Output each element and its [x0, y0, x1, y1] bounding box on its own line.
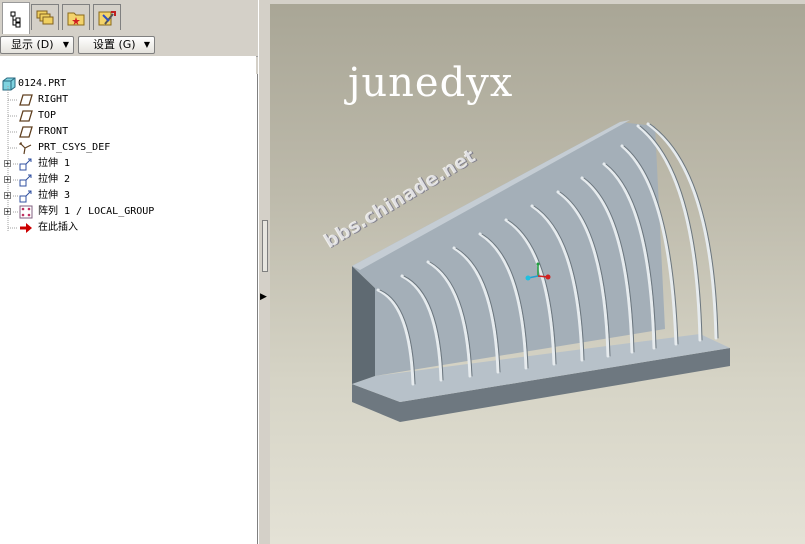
tree-item-extrude-3[interactable]: + 拉伸 3 — [0, 188, 250, 204]
tree-filter-field[interactable] — [0, 56, 256, 75]
tree-item-extrude-2[interactable]: + 拉伸 2 — [0, 172, 250, 188]
splitter-grip[interactable] — [262, 220, 268, 272]
tree-item-label: 拉伸 3 — [38, 190, 71, 201]
tree-item-top[interactable]: TOP — [0, 108, 250, 124]
tree-item-label: 拉伸 2 — [38, 174, 71, 185]
graphics-viewport[interactable]: junedyx bbs.chinade.net — [270, 4, 805, 544]
tree-item-front[interactable]: FRONT — [0, 124, 250, 140]
settings-menu-label: 设置 (G) — [93, 38, 136, 51]
tree-root-item[interactable]: 0124.PRT — [0, 76, 250, 92]
tree-item-label: TOP — [38, 110, 57, 121]
tree-item-label: RIGHT — [38, 94, 69, 105]
folder-favorites-tab-icon — [67, 12, 85, 25]
layers-tab-icon — [36, 10, 54, 24]
tree-button-row: 显示 (D) ▼ 设置 (G) ▼ — [0, 34, 258, 57]
model-tree-tab-icon — [10, 11, 21, 27]
tree-item-pattern-1[interactable]: + 阵列 1 / LOCAL_GROUP — [0, 204, 250, 220]
show-menu-button[interactable]: 显示 (D) ▼ — [0, 36, 74, 54]
tree-connector-lines — [7, 86, 18, 232]
favorites-tab[interactable] — [62, 4, 90, 30]
tree-item-label: PRT_CSYS_DEF — [38, 142, 111, 153]
author-signature: junedyx — [348, 60, 514, 106]
tree-item-label: 拉伸 1 — [38, 158, 71, 169]
tree-item-csys[interactable]: PRT_CSYS_DEF — [0, 140, 250, 156]
tree-item-insert-here[interactable]: 在此插入 — [0, 220, 250, 236]
tree-item-extrude-1[interactable]: + 拉伸 1 — [0, 156, 250, 172]
chevron-down-icon: ▼ — [143, 40, 150, 49]
collapse-arrow-icon[interactable]: ▶ — [260, 292, 267, 302]
model-back-plate — [352, 122, 665, 376]
model-tree-tab[interactable] — [2, 2, 30, 34]
show-menu-label: 显示 (D) — [11, 38, 54, 51]
model-tree: 0124.PRT RIGHT TOP FRONT PRT_CSYS_DEF + — [0, 74, 258, 544]
tree-item-label: 阵列 1 / LOCAL_GROUP — [38, 206, 155, 217]
settings-menu-button[interactable]: 设置 (G) ▼ — [78, 36, 155, 54]
layers-tab[interactable] — [31, 4, 59, 30]
tree-item-label: FRONT — [38, 126, 69, 137]
tree-item-label: 在此插入 — [38, 222, 78, 233]
tools-tab[interactable] — [93, 4, 121, 30]
model-tree-panel: 显示 (D) ▼ 设置 (G) ▼ 0124.PRT RIGHT TOP FRO… — [0, 0, 258, 544]
navigator-tab-bar — [0, 0, 258, 34]
tools-tab-icon — [98, 10, 116, 25]
chevron-down-icon: ▼ — [62, 40, 69, 49]
tree-item-right[interactable]: RIGHT — [0, 92, 250, 108]
